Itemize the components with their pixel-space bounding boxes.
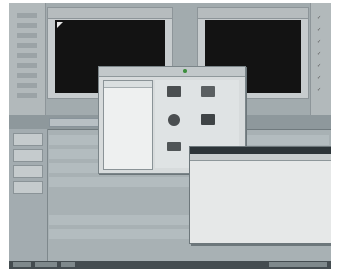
keyboard-icon-glyph — [167, 86, 181, 97]
tool-button[interactable] — [17, 13, 37, 18]
check-icon[interactable]: ✓ — [317, 75, 321, 81]
keyboard-icon[interactable] — [163, 86, 185, 97]
check-icon[interactable]: ✓ — [317, 15, 321, 21]
track-control[interactable] — [13, 149, 43, 162]
sliders-icon[interactable] — [197, 114, 219, 125]
tool-button[interactable] — [17, 93, 37, 98]
track-control[interactable] — [13, 181, 43, 194]
status-item[interactable] — [13, 262, 31, 267]
check-icon[interactable]: ✓ — [317, 27, 321, 33]
sphere-icon[interactable] — [163, 114, 185, 126]
track-controls — [9, 129, 48, 265]
track-control[interactable] — [13, 133, 43, 146]
screen: ✓ ✓ ✓ ✓ ✓ ✓ ✓ — [0, 0, 340, 277]
left-tool-strip — [9, 3, 46, 115]
editor-desktop: ✓ ✓ ✓ ✓ ✓ ✓ ✓ — [9, 3, 331, 269]
track-control[interactable] — [13, 165, 43, 178]
list-header — [104, 81, 152, 88]
text-icon[interactable] — [163, 142, 185, 151]
bars-icon-glyph — [201, 86, 215, 97]
file-dialog-title-bar[interactable] — [190, 147, 331, 154]
status-item[interactable] — [269, 262, 327, 267]
tool-button[interactable] — [17, 63, 37, 68]
tool-button[interactable] — [17, 33, 37, 38]
check-icon[interactable]: ✓ — [317, 87, 321, 93]
check-icon[interactable]: ✓ — [317, 39, 321, 45]
dialog-title-bar[interactable] — [99, 67, 245, 77]
check-icon[interactable]: ✓ — [317, 63, 321, 69]
right-tool-strip: ✓ ✓ ✓ ✓ ✓ ✓ ✓ — [310, 3, 331, 115]
check-icon[interactable]: ✓ — [317, 51, 321, 57]
file-dialog — [189, 146, 331, 244]
sliders-icon-glyph — [201, 114, 215, 125]
list-header-label — [104, 92, 106, 97]
bars-icon[interactable] — [197, 86, 219, 97]
dialog-list[interactable] — [103, 80, 153, 170]
status-bar — [9, 261, 331, 269]
tool-button[interactable] — [17, 53, 37, 58]
corner-marker-icon — [57, 22, 63, 28]
status-item[interactable] — [35, 262, 57, 267]
viewer-title-bar — [48, 8, 172, 19]
text-icon-glyph — [167, 142, 181, 151]
column-headers — [190, 154, 331, 161]
tool-button[interactable] — [17, 23, 37, 28]
tool-button[interactable] — [17, 43, 37, 48]
sphere-icon-glyph — [168, 114, 180, 126]
tool-button[interactable] — [17, 83, 37, 88]
column-header[interactable] — [196, 165, 199, 170]
canvas-title-bar — [198, 8, 308, 19]
status-dot-icon — [183, 69, 187, 73]
status-item[interactable] — [61, 262, 75, 267]
tool-button[interactable] — [17, 73, 37, 78]
timeline-ruler[interactable] — [49, 118, 101, 127]
